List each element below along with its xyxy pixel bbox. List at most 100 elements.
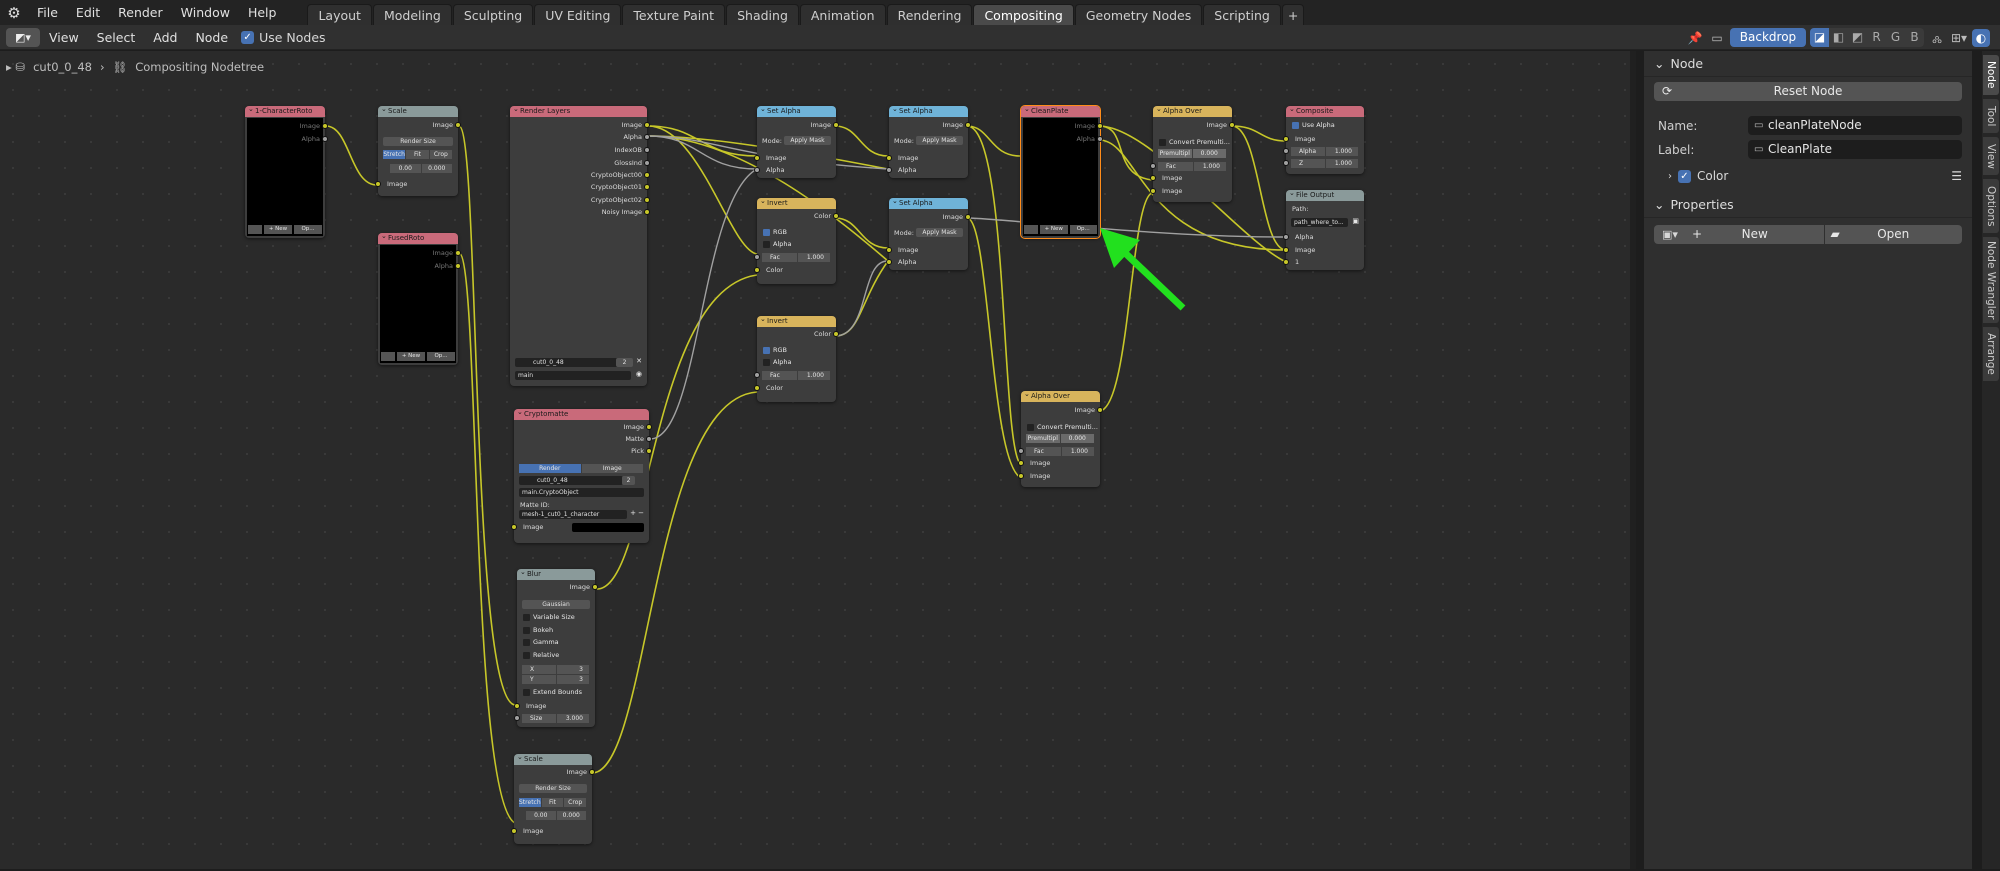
- output-socket[interactable]: [644, 172, 650, 178]
- crop-button[interactable]: Crop: [564, 798, 587, 807]
- size-y-field[interactable]: Y3: [522, 675, 590, 684]
- menu-file[interactable]: File: [28, 0, 67, 25]
- input-socket[interactable]: [514, 703, 520, 709]
- output-socket[interactable]: [644, 122, 650, 128]
- mode-dropdown[interactable]: Apply Mask: [916, 136, 963, 145]
- sidebar-tab-options[interactable]: Options: [1983, 179, 1999, 233]
- rgb-checkbox[interactable]: RGB: [763, 228, 787, 236]
- color-alpha-channel-icon[interactable]: ◪: [1810, 28, 1829, 47]
- gamma-checkbox[interactable]: Gamma: [523, 638, 559, 646]
- input-socket[interactable]: [1018, 460, 1024, 466]
- output-socket[interactable]: [646, 448, 652, 454]
- crop-button[interactable]: Crop: [429, 150, 452, 159]
- node-render-layers[interactable]: Render Layers Image Alpha IndexOB GlossI…: [510, 104, 650, 386]
- input-socket[interactable]: [886, 247, 892, 253]
- properties-panel-header[interactable]: ⌄ Properties: [1644, 192, 1972, 218]
- alpha-checkbox[interactable]: Alpha: [763, 358, 791, 366]
- node-header[interactable]: Render Layers: [510, 104, 647, 117]
- convert-premultiplied-checkbox[interactable]: Convert Premulti...: [1159, 138, 1230, 146]
- new-image-button[interactable]: + New: [397, 352, 425, 361]
- filter-type-dropdown[interactable]: Gaussian: [522, 600, 590, 609]
- node-header[interactable]: File Output: [1286, 188, 1364, 201]
- node-header[interactable]: Scale: [514, 752, 592, 765]
- node-name-field[interactable]: cleanPlateNode: [1748, 116, 1962, 135]
- output-socket[interactable]: [322, 123, 328, 129]
- breadcrumb-tree[interactable]: Compositing Nodetree: [135, 60, 264, 74]
- input-socket[interactable]: [511, 828, 517, 834]
- node-header[interactable]: Set Alpha: [757, 104, 836, 117]
- node-set-alpha[interactable]: Set Alpha Image Mode: Apply Mask Image A…: [754, 104, 839, 178]
- tab-sculpting[interactable]: Sculpting: [452, 4, 534, 25]
- input-socket[interactable]: [886, 155, 892, 161]
- input-socket[interactable]: [1150, 188, 1156, 194]
- input-socket[interactable]: [1018, 448, 1024, 454]
- offset-y-field[interactable]: 0.000: [556, 811, 586, 820]
- node-header[interactable]: Set Alpha: [889, 196, 968, 209]
- input-socket[interactable]: [1283, 234, 1289, 240]
- scene-selector[interactable]: cut0_0_48: [519, 476, 623, 485]
- add-workspace-button[interactable]: +: [1281, 4, 1305, 25]
- image-color-field[interactable]: [572, 523, 644, 532]
- output-socket[interactable]: [833, 213, 839, 219]
- input-socket[interactable]: [754, 155, 760, 161]
- render-icon[interactable]: ◉: [636, 370, 642, 378]
- space-dropdown[interactable]: Render Size: [383, 137, 453, 146]
- input-socket[interactable]: [375, 181, 381, 187]
- open-image-button[interactable]: Op...: [1069, 225, 1097, 234]
- fit-button[interactable]: Fit: [406, 150, 429, 159]
- output-socket[interactable]: [322, 136, 328, 142]
- overlays-icon[interactable]: ◐: [1972, 28, 1990, 47]
- premultiplied-field[interactable]: Premultipl 0.000: [1026, 434, 1095, 443]
- output-socket[interactable]: [644, 184, 650, 190]
- extend-bounds-checkbox[interactable]: Extend Bounds: [523, 688, 582, 696]
- stretch-button[interactable]: Stretch: [519, 798, 541, 807]
- output-socket[interactable]: [644, 147, 650, 153]
- node-header[interactable]: Alpha Over: [1153, 104, 1232, 117]
- node-clean-plate[interactable]: CleanPlate Image Alpha + New Op...: [1020, 104, 1103, 239]
- node-alpha-over[interactable]: Alpha Over Image Convert Premulti... Pre…: [1018, 389, 1103, 487]
- tab-scripting[interactable]: Scripting: [1203, 4, 1281, 25]
- fac-field[interactable]: Fac 1.000: [762, 253, 831, 262]
- stretch-button[interactable]: Stretch: [383, 150, 406, 159]
- layer-selector[interactable]: main: [515, 371, 631, 380]
- node-file-output[interactable]: File Output Path: path_where_to... ▣ Alp…: [1283, 188, 1364, 270]
- tab-compositing[interactable]: Compositing: [973, 4, 1074, 25]
- input-socket[interactable]: [886, 259, 892, 265]
- node-header[interactable]: Set Alpha: [889, 104, 968, 117]
- input-socket[interactable]: [1283, 160, 1289, 166]
- output-socket[interactable]: [644, 160, 650, 166]
- folder-icon[interactable]: ▣: [1352, 217, 1359, 225]
- output-socket[interactable]: [455, 250, 461, 256]
- tab-uv-editing[interactable]: UV Editing: [534, 4, 622, 25]
- output-socket[interactable]: [646, 436, 652, 442]
- node-scale[interactable]: Scale Image Render Size Stretch Fit Crop…: [375, 104, 461, 196]
- menu-node[interactable]: Node: [186, 30, 237, 45]
- image-browse-icon[interactable]: [381, 352, 395, 361]
- menu-edit[interactable]: Edit: [67, 0, 109, 25]
- input-socket[interactable]: [1283, 148, 1289, 154]
- rgb-checkbox[interactable]: RGB: [763, 346, 787, 354]
- output-socket[interactable]: [965, 214, 971, 220]
- node-fused-roto[interactable]: FusedRoto Image Alpha + New Op...: [378, 231, 461, 365]
- output-socket[interactable]: [592, 584, 598, 590]
- relative-checkbox[interactable]: Relative: [523, 651, 559, 659]
- menu-view[interactable]: View: [40, 30, 88, 45]
- source-render-button[interactable]: Render: [519, 464, 581, 473]
- input-socket[interactable]: [754, 254, 760, 260]
- offset-x-field[interactable]: 0.00: [526, 811, 556, 820]
- overlay-icon[interactable]: ▭: [1708, 29, 1726, 47]
- menu-render[interactable]: Render: [109, 0, 172, 25]
- node-header[interactable]: Invert: [757, 196, 836, 209]
- open-image-button[interactable]: Op...: [294, 225, 322, 234]
- mode-dropdown[interactable]: Apply Mask: [784, 136, 831, 145]
- node-alpha-over[interactable]: Alpha Over Image Convert Premulti... Pre…: [1150, 104, 1235, 202]
- path-field[interactable]: path_where_to...: [1291, 218, 1348, 227]
- output-socket[interactable]: [455, 122, 461, 128]
- output-socket[interactable]: [1097, 136, 1103, 142]
- new-image-button[interactable]: + New: [1040, 225, 1068, 234]
- node-character-roto[interactable]: 1-CharacterRoto Image Alpha + New Op...: [245, 104, 328, 238]
- channel-r[interactable]: R: [1867, 28, 1886, 47]
- pin-icon[interactable]: 📌: [1686, 29, 1704, 47]
- image-browse-icon[interactable]: [1024, 225, 1038, 234]
- node-header[interactable]: Scale: [378, 104, 458, 117]
